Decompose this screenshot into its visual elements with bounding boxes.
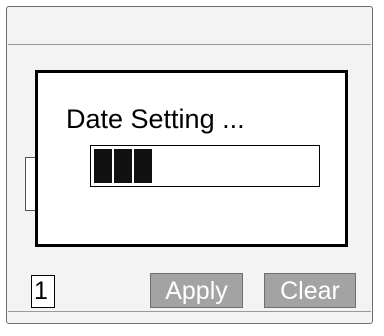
progress-block	[94, 149, 112, 183]
date-setting-dialog: Date Setting ...	[35, 70, 348, 247]
page-number: 1	[31, 275, 55, 308]
clear-button[interactable]: Clear	[264, 273, 356, 308]
progress-block	[134, 149, 152, 183]
apply-button[interactable]: Apply	[150, 273, 243, 308]
side-tab	[25, 157, 35, 211]
dialog-title: Date Setting ...	[66, 104, 245, 134]
progress-bar	[90, 145, 320, 187]
progress-block	[114, 149, 132, 183]
top-bar	[8, 8, 371, 45]
bottom-bar	[8, 311, 371, 322]
